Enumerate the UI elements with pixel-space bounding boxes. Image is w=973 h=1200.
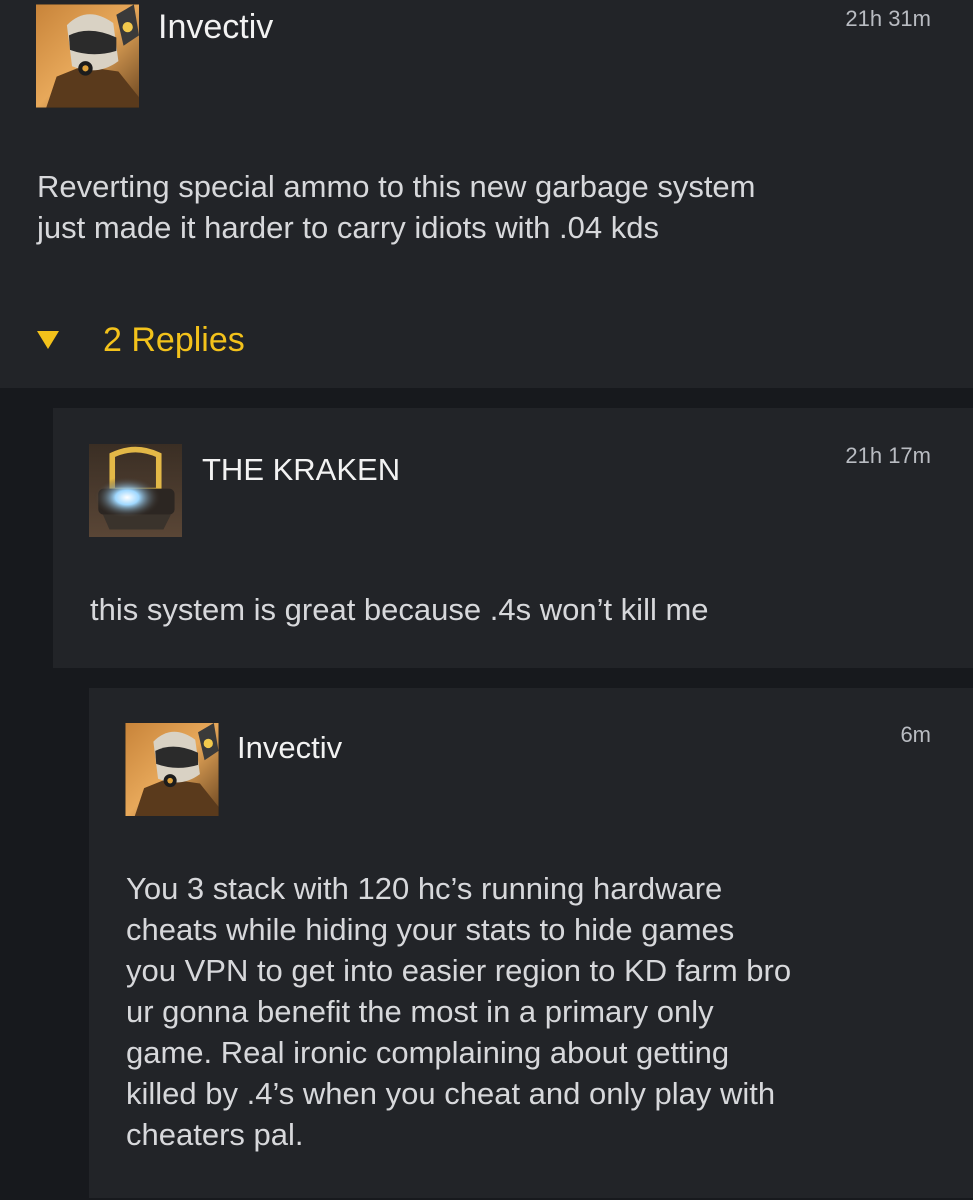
comment-line: You 3 stack with 120 hc’s running hardwa… [126, 871, 723, 906]
comment-body: this system is great because .4s won’t k… [90, 589, 709, 630]
comment-thread: Invectiv 21h 31m Reverting special ammo … [0, 0, 973, 1200]
replies-toggle[interactable]: 2 Replies [37, 318, 245, 362]
helmeted-warrior-avatar-icon [36, 4, 139, 108]
timestamp: 21h 31m [845, 6, 931, 31]
comment-line: cheats while hiding your stats to hide g… [126, 912, 735, 947]
comment-line: game. Real ironic complaining about gett… [126, 1035, 730, 1070]
comment-card: Invectiv 21h 31m Reverting special ammo … [0, 0, 973, 388]
glowing-chest-avatar-icon [89, 444, 182, 537]
reply-card: THE KRAKEN 21h 17m this system is great … [53, 408, 973, 668]
timestamp: 6m [900, 722, 931, 747]
comment-line: ur gonna benefit the most in a primary o… [126, 994, 714, 1029]
comment-line: Reverting special ammo to this new garba… [37, 169, 756, 204]
helmeted-warrior-avatar-icon [125, 723, 219, 816]
timestamp: 21h 17m [845, 443, 931, 468]
replies-count-label: 2 Replies [103, 320, 245, 359]
comment-line: cheaters pal. [126, 1117, 304, 1152]
comment-body: Reverting special ammo to this new garba… [37, 166, 756, 248]
comment-line: just made it harder to carry idiots with… [37, 210, 659, 245]
comment-line: you VPN to get into easier region to KD … [126, 953, 792, 988]
username[interactable]: THE KRAKEN [202, 452, 400, 488]
avatar[interactable] [36, 4, 139, 108]
triangle-down-icon [37, 331, 59, 349]
avatar[interactable] [125, 723, 219, 816]
avatar[interactable] [89, 444, 182, 537]
username[interactable]: Invectiv [237, 730, 342, 766]
comment-line: this system is great because .4s won’t k… [90, 592, 709, 627]
comment-line: killed by .4’s when you cheat and only p… [126, 1076, 776, 1111]
username[interactable]: Invectiv [158, 8, 273, 47]
comment-body: You 3 stack with 120 hc’s running hardwa… [126, 868, 791, 1155]
reply-card: Invectiv 6m You 3 stack with 120 hc’s ru… [89, 688, 973, 1198]
